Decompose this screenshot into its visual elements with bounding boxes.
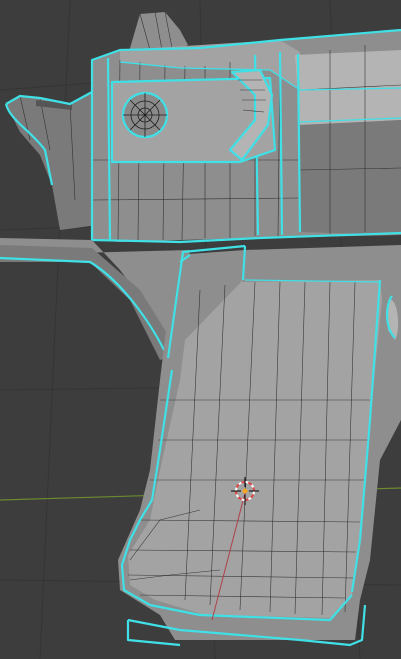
viewport-canvas[interactable] — [0, 0, 401, 659]
3d-viewport[interactable] — [0, 0, 401, 659]
origin-dot — [242, 488, 248, 494]
pistol-slide[interactable] — [4, 11, 401, 244]
trigger-guard[interactable] — [0, 238, 190, 360]
